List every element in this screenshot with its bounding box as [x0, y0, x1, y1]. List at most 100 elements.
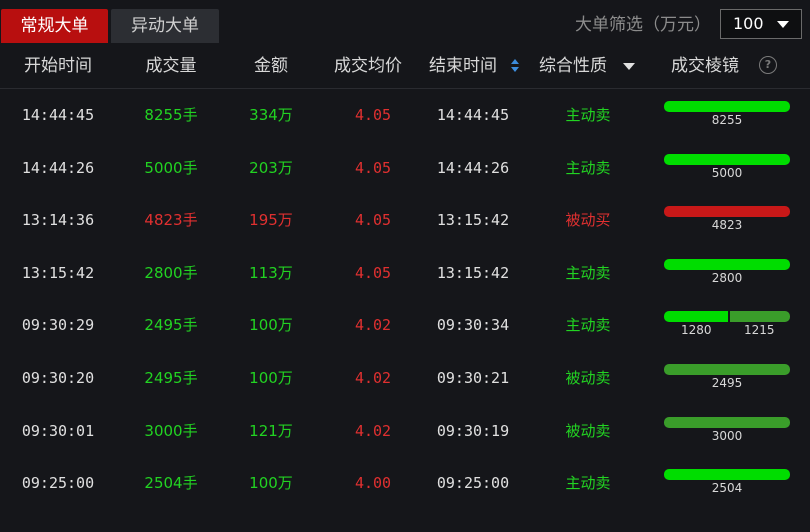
- column-start-time[interactable]: 开始时间: [0, 44, 116, 88]
- column-amount[interactable]: 金额: [226, 44, 316, 88]
- end-time-cell: 14:44:45: [436, 106, 510, 124]
- prism-segment: [664, 311, 728, 323]
- amount-cell: 195万: [249, 211, 293, 230]
- filter-label: 大单筛选（万元）: [575, 15, 711, 35]
- prism-segment: [664, 416, 790, 428]
- prism-segment-label: 2504: [711, 481, 743, 496]
- table-row[interactable]: 09:30:29 2495手 100万 4.02 09:30:34 主动卖 1280 1215: [0, 299, 810, 352]
- tab-abnormal-large-orders[interactable]: 异动大单: [111, 9, 219, 43]
- start-time-cell: 09:30:01: [21, 421, 95, 440]
- volume-cell: 3000手: [144, 421, 198, 440]
- end-time-cell: 09:30:34: [436, 316, 510, 335]
- volume-cell: 4823手: [144, 211, 198, 230]
- table-row[interactable]: 13:14:36 4823手 195万 4.05 13:15:42 被动买 4823: [0, 194, 810, 247]
- prism-bar: 1280 1215: [664, 311, 790, 338]
- top-bar: 常规大单 异动大单 大单筛选（万元） 100: [0, 0, 810, 44]
- prism-segment: [664, 363, 790, 375]
- price-cell: 4.02: [354, 316, 392, 335]
- volume-cell: 8255手: [144, 106, 198, 124]
- table-row[interactable]: 09:30:20 2495手 100万 4.02 09:30:21 被动卖 2495: [0, 352, 810, 405]
- table-row[interactable]: 14:44:26 5000手 203万 4.05 14:44:26 主动卖 5000: [0, 142, 810, 195]
- amount-cell: 121万: [249, 421, 293, 440]
- amount-cell: 203万: [249, 158, 293, 177]
- tab-regular-large-orders[interactable]: 常规大单: [1, 9, 108, 43]
- prism-segment-label: 2495: [711, 375, 743, 390]
- volume-cell: 2504手: [144, 474, 198, 493]
- table-row[interactable]: 09:30:01 3000手 121万 4.02 09:30:19 被动卖 3000: [0, 405, 810, 458]
- prism-bar: 2504: [664, 469, 790, 496]
- start-time-cell: 09:25:00: [21, 474, 95, 493]
- end-time-cell: 13:15:42: [436, 211, 510, 230]
- end-time-cell: 14:44:26: [436, 158, 510, 177]
- volume-cell: 2495手: [144, 368, 198, 387]
- column-nature[interactable]: 综合性质: [528, 44, 618, 88]
- price-cell: 4.00: [354, 474, 392, 493]
- prism-segment-label: 1280: [681, 323, 712, 338]
- price-cell: 4.02: [354, 421, 392, 440]
- nature-cell: 主动卖: [565, 316, 611, 335]
- prism-bar: 4823: [664, 206, 790, 233]
- start-time-cell: 14:44:26: [21, 158, 95, 177]
- threshold-select[interactable]: 100: [720, 9, 802, 39]
- column-avg-price[interactable]: 成交均价: [318, 44, 418, 88]
- prism-bar: 2495: [664, 363, 790, 391]
- price-cell: 4.05: [354, 263, 392, 282]
- prism-segment-label: 5000: [711, 165, 743, 180]
- help-icon[interactable]: ?: [759, 56, 777, 74]
- table-header: 开始时间 成交量 金额 成交均价 结束时间 综合性质 成交棱镜 ?: [0, 44, 810, 89]
- prism-bar: 3000: [664, 416, 790, 444]
- column-end-time[interactable]: 结束时间: [418, 44, 508, 88]
- orders-table-body: 14:44:45 8255手 334万 4.05 14:44:45 主动卖 8255 14:4…: [0, 89, 810, 510]
- price-cell: 4.02: [354, 368, 392, 387]
- sort-icon[interactable]: [511, 59, 519, 73]
- price-cell: 4.05: [354, 106, 392, 124]
- end-time-cell: 09:25:00: [436, 474, 510, 493]
- table-row[interactable]: 13:15:42 2800手 113万 4.05 13:15:42 主动卖 2800: [0, 247, 810, 300]
- column-volume[interactable]: 成交量: [116, 44, 226, 88]
- prism-bar: 2800: [664, 258, 790, 286]
- price-cell: 4.05: [354, 158, 392, 177]
- prism-segment-label: 3000: [711, 428, 743, 443]
- table-row[interactable]: 14:44:45 8255手 334万 4.05 14:44:45 主动卖 8255: [0, 89, 810, 142]
- threshold-value: 100: [733, 14, 764, 33]
- end-time-cell: 13:15:42: [436, 263, 510, 282]
- prism-bar: 8255: [664, 101, 790, 128]
- prism-segment-label: 8255: [711, 113, 743, 127]
- prism-bar: 5000: [664, 153, 790, 181]
- amount-cell: 113万: [249, 263, 293, 282]
- prism-segment: [727, 311, 790, 323]
- amount-cell: 100万: [249, 316, 293, 335]
- end-time-cell: 09:30:21: [436, 368, 510, 387]
- volume-cell: 5000手: [144, 158, 198, 177]
- amount-cell: 100万: [249, 474, 293, 493]
- prism-segment: [664, 469, 790, 481]
- nature-cell: 被动卖: [565, 421, 611, 440]
- prism-segment: [664, 258, 790, 270]
- price-cell: 4.05: [354, 211, 392, 230]
- prism-segment-label: 4823: [711, 218, 743, 233]
- start-time-cell: 13:15:42: [21, 263, 95, 282]
- start-time-cell: 09:30:29: [21, 316, 95, 335]
- prism-segment-label: 2800: [711, 270, 743, 285]
- amount-cell: 100万: [249, 368, 293, 387]
- volume-cell: 2800手: [144, 263, 198, 282]
- nature-cell: 主动卖: [565, 158, 611, 177]
- start-time-cell: 09:30:20: [21, 368, 95, 387]
- nature-cell: 主动卖: [565, 106, 611, 124]
- prism-segment: [664, 206, 790, 218]
- amount-cell: 334万: [249, 106, 293, 124]
- nature-cell: 被动卖: [565, 368, 611, 387]
- end-time-cell: 09:30:19: [436, 421, 510, 440]
- filter-dropdown-icon[interactable]: [623, 63, 635, 70]
- prism-segment: [664, 153, 790, 165]
- start-time-cell: 13:14:36: [21, 211, 95, 230]
- start-time-cell: 14:44:45: [21, 106, 95, 124]
- column-prism: 成交棱镜: [671, 56, 739, 76]
- prism-segment: [664, 101, 790, 112]
- volume-cell: 2495手: [144, 316, 198, 335]
- nature-cell: 主动卖: [565, 474, 611, 493]
- prism-segment-label: 1215: [744, 323, 775, 338]
- table-row[interactable]: 09:25:00 2504手 100万 4.00 09:25:00 主动卖 2504: [0, 457, 810, 510]
- nature-cell: 主动卖: [565, 263, 611, 282]
- chevron-down-icon: [777, 21, 789, 28]
